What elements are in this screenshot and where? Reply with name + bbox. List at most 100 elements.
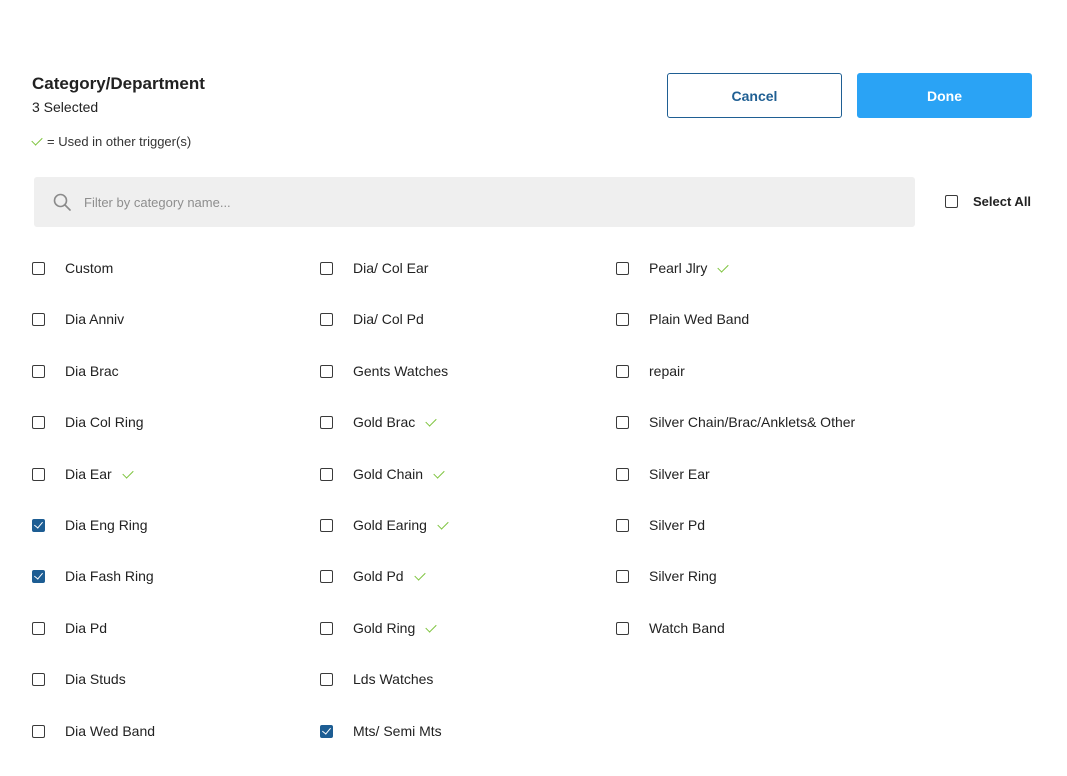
checkbox[interactable] (320, 364, 333, 378)
category-item[interactable]: Silver Chain/Brac/Anklets& Other (616, 412, 855, 432)
category-item[interactable]: Dia Fash Ring (32, 566, 154, 586)
category-item-label: Dia Wed Band (65, 723, 156, 739)
category-item-label: Dia Pd (65, 620, 108, 636)
category-item-label: Gold Earing (353, 517, 427, 533)
page-title: Category/Department (32, 74, 205, 93)
category-item[interactable]: Dia Eng Ring (32, 515, 148, 535)
category-item[interactable]: Dia Ear (32, 464, 134, 484)
legend: = Used in other trigger(s) (31, 134, 192, 149)
category-item-label: Gents Watches (353, 363, 449, 379)
category-item[interactable]: Dia Studs (32, 669, 126, 689)
used-check-icon (425, 620, 437, 633)
used-check-icon (122, 466, 134, 479)
category-item[interactable]: Silver Ear (616, 464, 710, 484)
category-item[interactable]: Gold Chain (320, 464, 445, 484)
used-check-icon (31, 134, 43, 146)
category-item-label: Dia/ Col Ear (353, 260, 429, 276)
category-item[interactable]: Dia/ Col Ear (320, 258, 428, 278)
checkbox[interactable] (320, 467, 333, 481)
category-item[interactable]: Gold Ring (320, 618, 437, 638)
category-item-label: Gold Brac (353, 414, 416, 430)
category-item[interactable]: Dia/ Col Pd (320, 309, 424, 329)
checkbox[interactable] (32, 724, 45, 738)
category-item[interactable]: Dia Anniv (32, 309, 124, 329)
category-item-label: Dia Fash Ring (65, 568, 154, 584)
done-button[interactable]: Done (857, 73, 1032, 118)
used-check-icon (413, 568, 426, 581)
checkbox[interactable] (32, 261, 45, 275)
category-item[interactable]: Silver Ring (616, 566, 717, 586)
checkbox[interactable] (320, 569, 333, 583)
checkbox[interactable] (32, 415, 45, 429)
checked-checkbox[interactable] (32, 518, 45, 532)
category-item[interactable]: Gold Brac (320, 412, 437, 432)
checkbox[interactable] (320, 672, 333, 686)
category-item-label: Gold Ring (353, 620, 416, 636)
category-item-label: Dia Anniv (65, 311, 125, 327)
category-item[interactable]: repair (616, 361, 685, 381)
checkbox[interactable] (616, 261, 629, 275)
category-item[interactable]: Mts/ Semi Mts (320, 721, 442, 741)
category-item[interactable]: Dia Wed Band (32, 721, 155, 741)
checkbox[interactable] (616, 569, 629, 583)
search-box (34, 177, 915, 227)
category-item-label: Pearl Jlry (649, 260, 708, 276)
used-check-icon (717, 260, 730, 273)
category-item-label: Dia/ Col Pd (353, 311, 424, 327)
category-item-label: Dia Col Ring (65, 414, 144, 430)
category-item[interactable]: Silver Pd (616, 515, 705, 535)
category-item[interactable]: Dia Col Ring (32, 412, 144, 432)
category-item-label: Gold Chain (353, 466, 424, 482)
checked-checkbox[interactable] (32, 569, 45, 583)
select-all-checkbox[interactable] (945, 195, 958, 208)
category-item[interactable]: Pearl Jlry (616, 258, 730, 278)
category-item[interactable]: Gold Pd (320, 566, 426, 586)
checkbox[interactable] (616, 621, 629, 635)
category-item-label: Gold Pd (353, 568, 404, 584)
category-item[interactable]: Lds Watches (320, 669, 433, 689)
category-item[interactable]: Watch Band (616, 618, 725, 638)
search-icon (53, 193, 71, 211)
category-item-label: Mts/ Semi Mts (353, 723, 442, 739)
checkbox[interactable] (320, 415, 333, 429)
used-check-icon (433, 466, 445, 479)
search-input[interactable] (84, 194, 864, 210)
category-item[interactable]: Dia Brac (32, 361, 119, 381)
checkbox[interactable] (32, 312, 45, 326)
category-item-label: Silver Pd (649, 517, 706, 533)
select-all[interactable]: Select All (945, 194, 1031, 209)
checkbox[interactable] (616, 415, 629, 429)
category-item[interactable]: Gents Watches (320, 361, 448, 381)
category-item-label: Lds Watches (353, 671, 434, 687)
checkbox[interactable] (616, 467, 629, 481)
legend-text: = Used in other trigger(s) (47, 134, 192, 149)
category-item-label: Dia Eng Ring (65, 517, 148, 533)
checkbox[interactable] (32, 621, 45, 635)
checkbox[interactable] (32, 364, 45, 378)
checkbox[interactable] (320, 312, 333, 326)
category-item[interactable]: Custom (32, 258, 113, 278)
selected-count: 3 Selected (32, 99, 99, 115)
checkbox[interactable] (616, 518, 629, 532)
category-item[interactable]: Plain Wed Band (616, 309, 749, 329)
category-item-label: Silver Ear (649, 466, 710, 482)
checkbox[interactable] (32, 672, 45, 686)
select-all-label: Select All (973, 194, 1032, 209)
checkbox[interactable] (616, 364, 629, 378)
category-item-label: Dia Ear (65, 466, 112, 482)
category-item[interactable]: Dia Pd (32, 618, 107, 638)
category-item-label: Silver Chain/Brac/Anklets& Other (649, 414, 856, 430)
cancel-button[interactable]: Cancel (667, 73, 842, 118)
checkbox[interactable] (320, 261, 333, 275)
checkbox[interactable] (320, 518, 333, 532)
checkbox[interactable] (32, 467, 45, 481)
category-item-label: Custom (65, 260, 114, 276)
category-item[interactable]: Gold Earing (320, 515, 449, 535)
checkbox[interactable] (320, 621, 333, 635)
checked-checkbox[interactable] (320, 724, 333, 738)
category-item-label: Silver Ring (649, 568, 717, 584)
used-check-icon (425, 414, 437, 427)
category-item-label: Dia Brac (65, 363, 119, 379)
category-item-label: Watch Band (649, 620, 725, 636)
checkbox[interactable] (616, 312, 629, 326)
